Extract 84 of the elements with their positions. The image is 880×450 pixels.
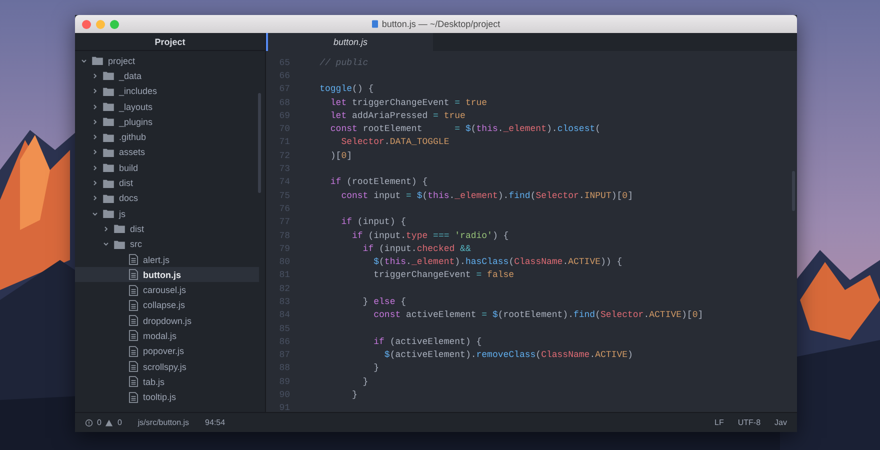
file-icon <box>372 20 378 28</box>
file-icon <box>129 330 138 342</box>
tree-item[interactable]: _includes <box>75 84 259 99</box>
folder-icon <box>103 178 114 188</box>
close-button[interactable] <box>82 20 91 28</box>
folder-icon <box>114 240 125 249</box>
folder-icon <box>103 102 114 112</box>
window-title: button.js — ~/Desktop/project <box>382 19 500 29</box>
code-line: if (input.type === 'radio') { <box>351 230 509 240</box>
file-icon <box>129 254 138 265</box>
tree-item[interactable]: assets <box>75 144 259 160</box>
code-line: $(this._element).hasClass(ClassName.ACTIVE)) { <box>372 257 622 268</box>
tree-item[interactable]: alert.js <box>75 252 259 268</box>
tree-item[interactable]: src <box>75 236 259 252</box>
code-line: } else { <box>362 296 406 307</box>
tree-item[interactable]: project <box>75 53 259 68</box>
info-icon[interactable] <box>85 418 93 426</box>
tree-item[interactable]: _layouts <box>75 98 259 114</box>
folder-icon <box>103 132 114 142</box>
file-path[interactable]: js/src/button.js <box>138 418 190 427</box>
folder-icon <box>92 56 103 66</box>
code-line: const activeElement = $(rootElement).find(Selector.ACTIVE)[0] <box>372 310 704 320</box>
folder-icon <box>103 148 114 157</box>
tree-item[interactable]: build <box>75 160 259 176</box>
code-line: $(activeElement).removeClass(ClassName.ACTIVE) <box>383 350 633 360</box>
folder-icon <box>103 209 114 218</box>
code-line: let triggerChangeEvent = true <box>329 98 488 108</box>
tree-item[interactable]: tooltip.js <box>75 390 259 405</box>
file-icon <box>129 376 138 388</box>
panel-title: Project <box>154 36 186 46</box>
error-count[interactable]: 0 <box>97 418 102 427</box>
file-icon <box>129 361 138 372</box>
code-line: let addAriaPressed = true <box>329 110 466 121</box>
tree-item[interactable]: js <box>75 206 259 222</box>
code-line: Selector.DATA_TOGGLE <box>340 137 450 148</box>
tree-item[interactable]: dist <box>75 221 259 237</box>
zoom-button[interactable] <box>110 20 119 28</box>
file-icon <box>129 300 138 311</box>
folder-icon <box>114 224 125 234</box>
cursor-position[interactable]: 94:54 <box>205 418 226 427</box>
code-line: // public <box>318 58 368 68</box>
code-line: } <box>351 390 358 400</box>
folder-icon <box>103 86 114 96</box>
tree-item[interactable]: _data <box>75 68 259 84</box>
tree-item[interactable]: scrollspy.js <box>75 358 259 374</box>
code-line: if (rootElement) { <box>329 177 428 188</box>
tree-item[interactable]: modal.js <box>75 328 259 344</box>
file-icon <box>129 284 138 296</box>
file-icon <box>129 346 138 357</box>
tree-item[interactable]: .github <box>75 129 259 145</box>
status-item[interactable]: UTF-8 <box>738 418 761 427</box>
code-line: toggle() { <box>318 84 374 94</box>
warning-count[interactable]: 0 <box>117 418 122 427</box>
tree-item[interactable]: carousel.js <box>75 282 259 298</box>
code-line: } <box>362 376 368 387</box>
tree-item[interactable]: tab.js <box>75 374 259 390</box>
tree-item[interactable]: popover.js <box>75 344 259 359</box>
editor-tab[interactable]: button.js <box>266 33 433 51</box>
code-line: const input = $(this._element).find(Selector.INPUT)[0] <box>340 190 633 201</box>
folder-icon <box>103 194 114 203</box>
code-line: triggerChangeEvent = false <box>372 270 514 280</box>
status-item[interactable]: Jav <box>774 418 787 427</box>
folder-icon <box>103 71 114 80</box>
file-icon <box>129 315 138 326</box>
file-icon <box>129 269 138 280</box>
code-line: if (input.checked && <box>362 244 471 254</box>
code-line: const rootElement = $(this._element).closest( <box>329 124 601 134</box>
folder-icon <box>103 117 114 126</box>
minimize-button[interactable] <box>96 20 105 28</box>
tree-item[interactable]: collapse.js <box>75 298 259 314</box>
status-item[interactable]: LF <box>714 418 724 427</box>
tree-item[interactable]: dropdown.js <box>75 313 259 328</box>
tree-item[interactable]: _plugins <box>75 114 259 130</box>
code-line: if (activeElement) { <box>372 336 482 347</box>
code-line: )[0] <box>329 150 352 161</box>
file-icon <box>129 392 138 403</box>
scrollbar[interactable] <box>258 93 261 193</box>
warning-icon[interactable] <box>105 418 114 426</box>
code-line: if (input) { <box>340 217 406 228</box>
tree-item[interactable]: button.js <box>75 267 259 282</box>
tree-item[interactable]: docs <box>75 190 259 206</box>
folder-icon <box>103 163 114 172</box>
code-line: } <box>372 363 380 374</box>
tree-item[interactable]: dist <box>75 175 259 191</box>
